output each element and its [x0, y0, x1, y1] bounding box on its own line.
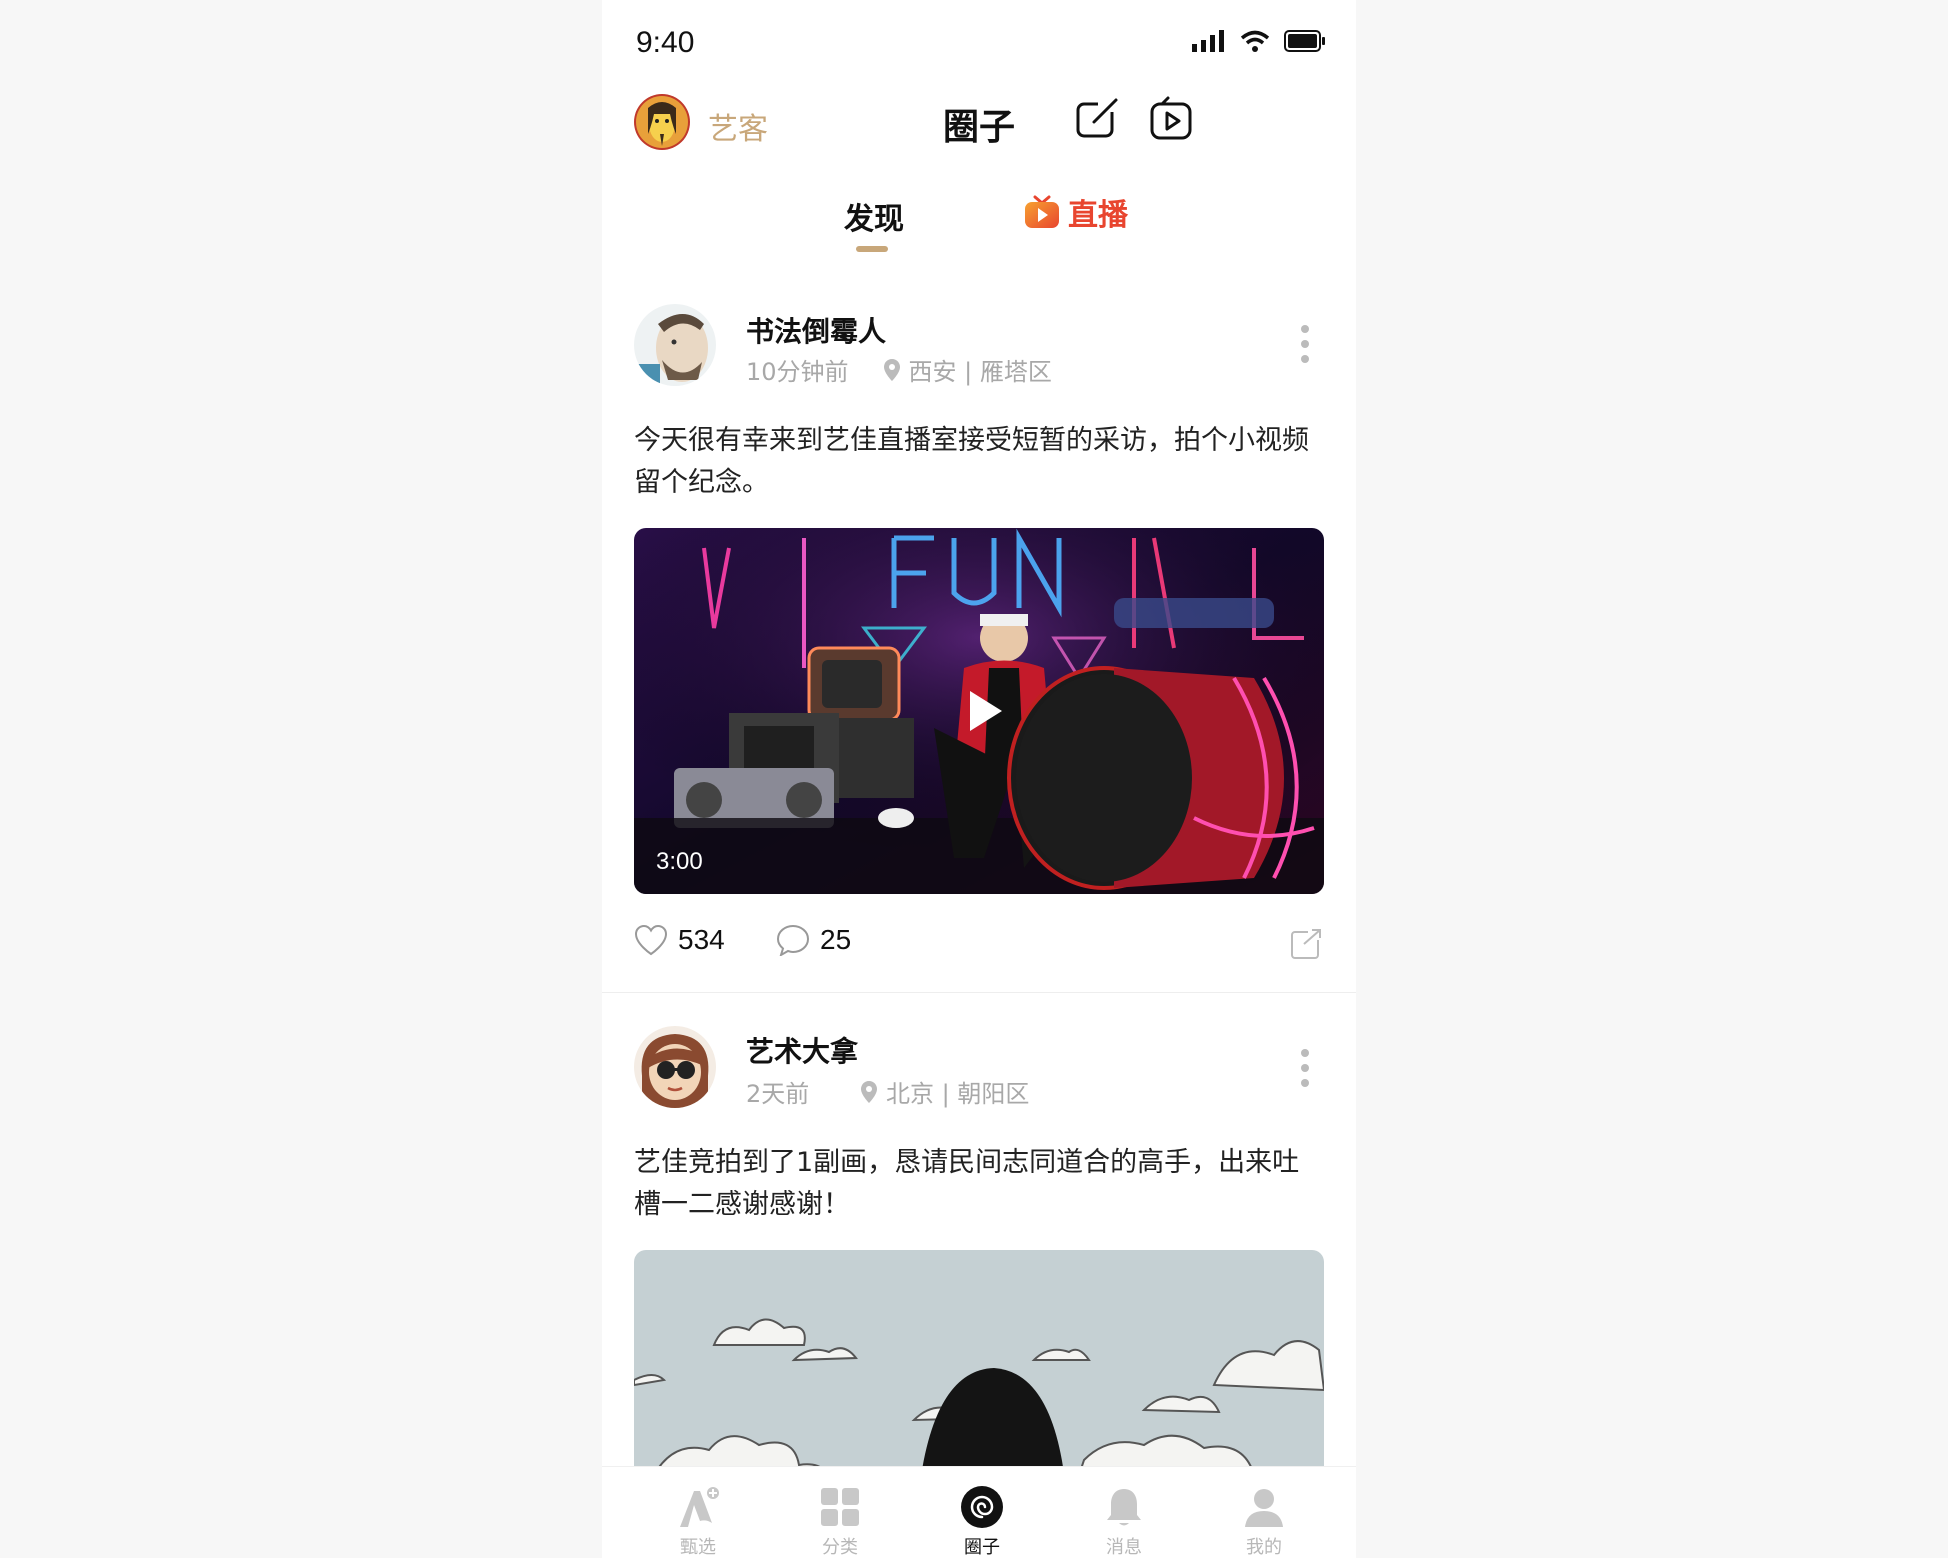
status-time: 9:40	[636, 26, 695, 59]
post-author-name[interactable]: 书法倒霉人	[746, 310, 886, 350]
featured-icon	[680, 1487, 719, 1527]
status-icons	[1192, 30, 1326, 52]
more-options-icon[interactable]	[1300, 1048, 1310, 1088]
post-location: 北京 | 朝阳区	[860, 1074, 1029, 1109]
post-time: 2天前	[746, 1080, 810, 1108]
circle-spiral-icon	[961, 1486, 1003, 1528]
post-location: 西安 | 雁塔区	[883, 352, 1052, 387]
battery-icon	[1284, 30, 1325, 52]
wifi-icon	[1240, 30, 1270, 52]
tab-live-label: 直播	[1068, 198, 1128, 233]
app-screen: 9:40 艺客 圈子 发现 直播 书法倒霉人 10分钟前 西安 | 雁塔区 今天…	[602, 0, 1356, 1558]
post-author-avatar[interactable]	[634, 1026, 716, 1108]
video-thumbnail	[634, 528, 1324, 894]
tab-category[interactable]: 分类	[790, 1467, 890, 1558]
comment-button[interactable]: 25	[776, 924, 851, 956]
tab-live[interactable]: 直播	[1024, 190, 1128, 234]
post-author-avatar[interactable]	[634, 304, 716, 386]
comment-bubble-icon	[776, 924, 810, 956]
location-pin-icon	[861, 1080, 877, 1103]
compose-icon[interactable]	[1072, 94, 1122, 144]
bottom-tab-bar: 甄选 分类 圈子 消息 我的	[602, 1466, 1356, 1558]
active-tab-indicator	[856, 246, 888, 252]
tab-discover[interactable]: 发现	[844, 194, 904, 238]
post-actions: 534 25	[634, 924, 1324, 964]
post-meta: 10分钟前 西安 | 雁塔区	[746, 352, 1052, 387]
post-author-name[interactable]: 艺术大拿	[746, 1030, 858, 1070]
location-pin-icon	[883, 358, 900, 381]
category-grid-icon	[821, 1488, 859, 1526]
tab-profile-label: 我的	[1246, 1537, 1282, 1558]
video-duration: 3:00	[656, 848, 703, 875]
live-tv-icon	[1025, 195, 1059, 228]
post-image[interactable]	[634, 1250, 1324, 1490]
top-header: 艺客 圈子	[602, 90, 1356, 160]
post-meta: 2天前 北京 | 朝阳区	[746, 1074, 1029, 1109]
tab-featured[interactable]: 甄选	[648, 1467, 748, 1558]
like-button[interactable]: 534	[634, 924, 725, 956]
post-text: 艺佳竞拍到了1副画，恳请民间志同道合的高手，出来吐槽一二感谢感谢！	[634, 1147, 1300, 1220]
tab-category-label: 分类	[822, 1537, 858, 1558]
comment-count: 25	[820, 924, 852, 955]
share-icon[interactable]	[1290, 926, 1324, 960]
tab-profile[interactable]: 我的	[1214, 1467, 1314, 1558]
feed-tabs: 发现 直播	[602, 190, 1356, 260]
tab-circle[interactable]: 圈子	[932, 1467, 1032, 1558]
post-location-text: 北京 | 朝阳区	[886, 1080, 1030, 1108]
tab-messages[interactable]: 消息	[1074, 1467, 1174, 1558]
painting-image	[634, 1250, 1324, 1490]
tab-messages-label: 消息	[1106, 1537, 1142, 1558]
more-options-icon[interactable]	[1300, 324, 1310, 364]
post-divider	[602, 992, 1356, 993]
like-count: 534	[678, 924, 725, 955]
video-upload-icon[interactable]	[1146, 94, 1196, 144]
page-title: 圈子	[942, 107, 1015, 148]
profile-icon	[1245, 1489, 1283, 1527]
post-text: 今天很有幸来到艺佳直播室接受短暂的采访，拍个小视频留个纪念。	[634, 425, 1309, 498]
tab-circle-label: 圈子	[964, 1537, 1000, 1558]
bell-icon	[1107, 1489, 1141, 1526]
signal-icon	[1192, 30, 1224, 52]
post-time: 10分钟前	[746, 358, 849, 386]
post-location-text: 西安 | 雁塔区	[908, 358, 1052, 386]
post-video[interactable]: 3:00	[634, 528, 1324, 894]
tab-featured-label: 甄选	[680, 1537, 716, 1558]
status-bar: 9:40	[602, 0, 1356, 80]
heart-icon	[634, 924, 668, 956]
